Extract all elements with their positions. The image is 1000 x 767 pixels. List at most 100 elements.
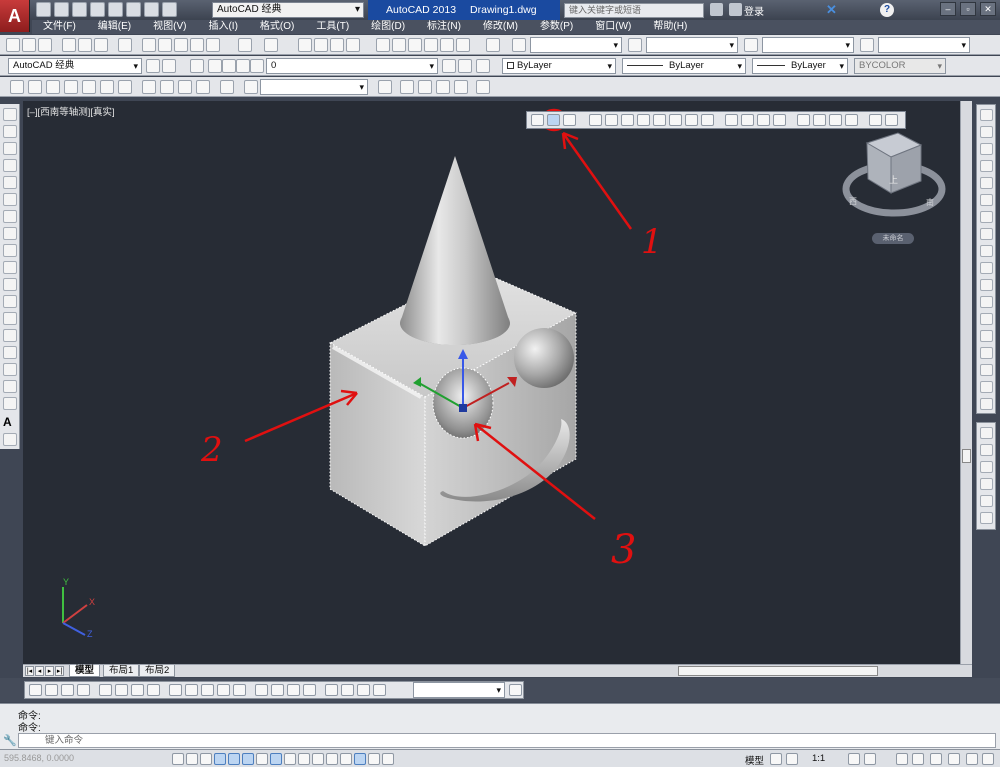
- color-edges-icon[interactable]: [741, 114, 754, 126]
- isolate-objects-icon[interactable]: [948, 753, 960, 765]
- copy-object-icon[interactable]: [980, 126, 993, 138]
- publish-icon[interactable]: [94, 38, 108, 52]
- taper-faces-icon[interactable]: [669, 114, 682, 126]
- layer-lock-icon[interactable]: [236, 59, 250, 73]
- line-icon[interactable]: [3, 108, 17, 121]
- customize-icon[interactable]: 🔧: [3, 734, 17, 747]
- center-mark-icon[interactable]: [271, 684, 284, 696]
- visual-styles-manager-icon[interactable]: [476, 80, 490, 94]
- table-icon[interactable]: [3, 397, 17, 410]
- named-view-combo[interactable]: [260, 79, 368, 95]
- clean-screen-icon[interactable]: [982, 753, 994, 765]
- properties-icon[interactable]: [376, 38, 390, 52]
- offset-icon[interactable]: [980, 160, 993, 172]
- undo-icon[interactable]: [238, 38, 252, 52]
- construction-line-icon[interactable]: [3, 125, 17, 138]
- blend-curves-icon[interactable]: [980, 381, 993, 393]
- jogged-dim-icon[interactable]: [115, 684, 128, 696]
- table-style-combo[interactable]: [762, 37, 854, 53]
- shell-icon[interactable]: [813, 114, 826, 126]
- hardware-acceleration-icon[interactable]: [930, 753, 942, 765]
- angular-dim-icon[interactable]: [147, 684, 160, 696]
- interfere-icon[interactable]: [885, 114, 898, 126]
- imprint-icon[interactable]: [757, 114, 770, 126]
- erase-icon[interactable]: [980, 109, 993, 121]
- workspace-selector[interactable]: AutoCAD 经典: [212, 2, 364, 18]
- close-icon[interactable]: ✕: [980, 2, 996, 16]
- annotation-monitor-icon[interactable]: [368, 753, 380, 765]
- workspace-settings-icon[interactable]: [146, 59, 160, 73]
- dimstyle-manager-icon[interactable]: [509, 684, 522, 696]
- last-tab-icon[interactable]: ▸|: [55, 666, 64, 676]
- layer-properties-icon[interactable]: [190, 59, 204, 73]
- binoculars-icon[interactable]: [710, 3, 723, 16]
- visual-style-realistic-icon[interactable]: [178, 80, 192, 94]
- copy-edges-icon[interactable]: [725, 114, 738, 126]
- redo-icon[interactable]: [162, 2, 177, 17]
- annotation-visibility-icon[interactable]: [848, 753, 860, 765]
- ellipse-arc-icon[interactable]: [3, 278, 17, 291]
- menu-edit[interactable]: 编辑(E): [87, 20, 142, 34]
- text-style-icon[interactable]: [512, 38, 526, 52]
- menu-help[interactable]: 帮助(H): [642, 20, 698, 34]
- new-icon[interactable]: [36, 2, 51, 17]
- fillet-icon[interactable]: [980, 364, 993, 376]
- text-to-front-icon[interactable]: [980, 495, 993, 507]
- bring-above-icon[interactable]: [980, 461, 993, 473]
- move-icon[interactable]: [980, 194, 993, 206]
- mleader-style-icon[interactable]: [860, 38, 874, 52]
- region-icon[interactable]: [3, 380, 17, 393]
- drawing-quick-view-icon[interactable]: [786, 753, 798, 765]
- vertical-scroll-thumb[interactable]: [962, 449, 971, 463]
- insert-block-icon[interactable]: [3, 295, 17, 308]
- restore-icon[interactable]: ▫: [960, 2, 976, 16]
- viewcube[interactable]: 上 西 南: [842, 132, 946, 217]
- lineweight-combo[interactable]: ByLayer: [752, 58, 848, 74]
- workspace-save-icon[interactable]: [162, 59, 176, 73]
- linear-dim-icon[interactable]: [29, 684, 42, 696]
- menu-modify[interactable]: 修改(M): [472, 20, 529, 34]
- circle-icon[interactable]: [3, 210, 17, 223]
- first-tab-icon[interactable]: |◂: [25, 666, 34, 676]
- cone-icon[interactable]: [46, 80, 60, 94]
- point-icon[interactable]: [3, 329, 17, 342]
- menu-draw[interactable]: 绘图(D): [360, 20, 416, 34]
- status-menu-icon[interactable]: [966, 753, 978, 765]
- 3d-orbit-icon[interactable]: [378, 80, 392, 94]
- command-input[interactable]: 键入命令: [18, 733, 996, 748]
- pyramid-icon[interactable]: [118, 80, 132, 94]
- help-icon[interactable]: ?: [880, 3, 894, 17]
- save-icon[interactable]: [38, 38, 52, 52]
- ordinate-icon[interactable]: [77, 684, 90, 696]
- make-current-layer-icon[interactable]: [442, 59, 456, 73]
- menu-file[interactable]: 文件(F): [32, 20, 87, 34]
- designcenter-icon[interactable]: [392, 38, 406, 52]
- wedge-icon[interactable]: [28, 80, 42, 94]
- snap-mode-icon[interactable]: [186, 753, 198, 765]
- hatch-to-back-icon[interactable]: [980, 512, 993, 524]
- visual-style-conceptual-icon[interactable]: [196, 80, 210, 94]
- plot-icon[interactable]: [126, 2, 141, 17]
- gradient-icon[interactable]: [3, 363, 17, 376]
- menu-parametric[interactable]: 参数(P): [529, 20, 584, 34]
- dim-text-edit-icon[interactable]: [341, 684, 354, 696]
- sheetset-icon[interactable]: [424, 38, 438, 52]
- intersect-icon[interactable]: [563, 114, 576, 126]
- dim-style-icon[interactable]: [628, 38, 642, 52]
- scale-icon[interactable]: [980, 228, 993, 240]
- delete-faces-icon[interactable]: [637, 114, 650, 126]
- layout-quick-view-icon[interactable]: [770, 753, 782, 765]
- dim-update-icon[interactable]: [357, 684, 370, 696]
- shade-3d-wireframe-icon[interactable]: [418, 80, 432, 94]
- object-snap-icon[interactable]: [242, 753, 254, 765]
- union-icon[interactable]: [531, 114, 544, 126]
- stretch-icon[interactable]: [980, 245, 993, 257]
- zoom-realtime-icon[interactable]: [314, 38, 328, 52]
- arc-icon[interactable]: [3, 193, 17, 206]
- ucs-menu-label[interactable]: 未命名: [872, 233, 914, 244]
- revcloud-icon[interactable]: [3, 227, 17, 240]
- save-icon[interactable]: [72, 2, 87, 17]
- cone-solid[interactable]: [400, 156, 510, 345]
- shade-hidden-icon[interactable]: [436, 80, 450, 94]
- login-link[interactable]: 登录: [744, 3, 764, 18]
